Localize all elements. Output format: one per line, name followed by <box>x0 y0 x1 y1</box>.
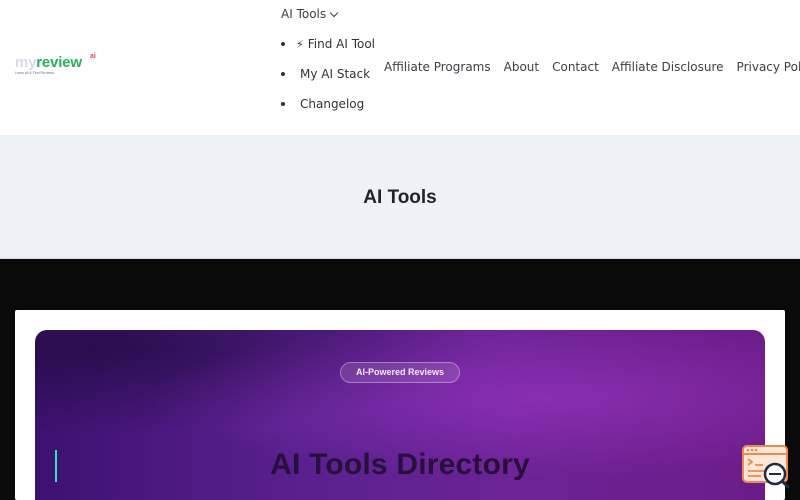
logo-my: my <box>15 54 37 71</box>
lightning-icon: ⚡ <box>296 37 304 51</box>
submenu-item-label: Find AI Tool <box>307 37 376 51</box>
nav-link-affiliate-programs[interactable]: Affiliate Programs <box>380 60 491 74</box>
nav-link-contact[interactable]: Contact <box>552 60 599 74</box>
nav-link-privacy-policy[interactable]: Privacy Policy <box>737 60 800 74</box>
ai-tools-dropdown-trigger[interactable]: AI Tools <box>281 6 339 22</box>
chevron-down-icon <box>329 8 339 17</box>
submenu-item-my-ai-stack[interactable]: My AI Stack <box>281 66 370 82</box>
directory-title: AI Tools Directory <box>270 448 530 481</box>
page-title: AI Tools <box>363 187 437 208</box>
submenu-item-find-ai-tool[interactable]: ⚡ Find AI Tool <box>281 36 375 52</box>
bullet-icon <box>281 72 285 76</box>
bullet-icon <box>281 42 285 46</box>
ai-powered-badge: AI-Powered Reviews <box>340 362 460 383</box>
widget-graphic <box>742 445 790 489</box>
ai-tools-dropdown-label: AI Tools <box>281 7 327 21</box>
page-hero: AI Tools <box>0 135 800 259</box>
submenu-item-label: My AI Stack <box>300 67 371 81</box>
nav-link-label: Affiliate Programs <box>384 60 491 74</box>
ai-tools-dropdown[interactable]: AI Tools ⚡ Find AI Tool My AI Stack Chan… <box>281 6 375 111</box>
submenu-item-changelog[interactable]: Changelog <box>281 96 364 112</box>
nav-link-affiliate-disclosure[interactable]: Affiliate Disclosure <box>612 60 724 74</box>
logo-wordmark: myreview <box>15 55 82 70</box>
logo-tagline: Learn all & Find Reviews <box>15 71 54 75</box>
submenu-item-label: Changelog <box>300 97 365 111</box>
main-nav: Affiliate Programs About Contact Affilia… <box>380 59 800 75</box>
site-logo[interactable]: myreview ai Learn all & Find Reviews <box>15 53 105 77</box>
terminal-search-icon[interactable] <box>741 444 793 490</box>
bullet-icon <box>281 102 285 106</box>
logo-review: review <box>36 54 82 71</box>
nav-link-about[interactable]: About <box>504 60 539 74</box>
logo-ai: ai <box>90 53 96 60</box>
